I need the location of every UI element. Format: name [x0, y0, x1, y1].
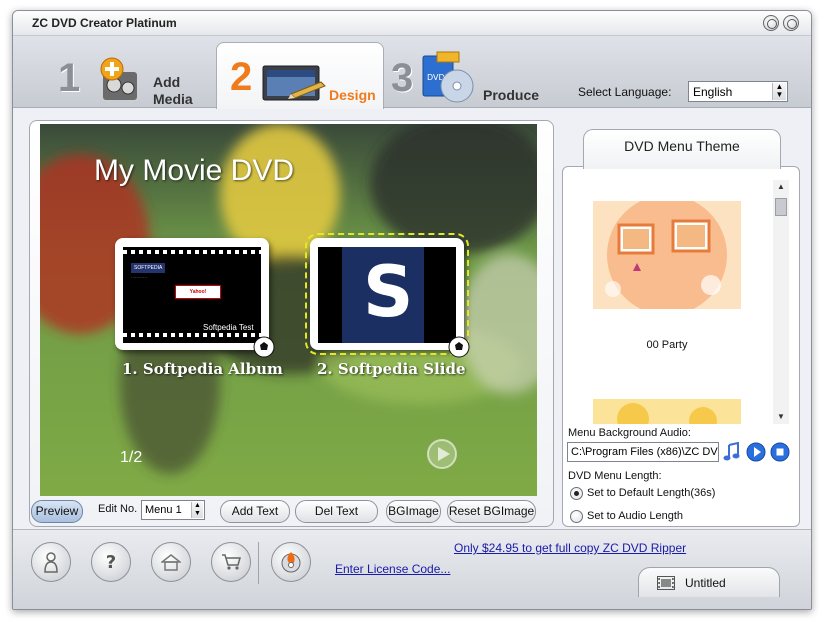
design-icon	[262, 65, 326, 101]
person-icon	[44, 552, 58, 573]
step-number: 3	[391, 56, 414, 100]
project-name: Untitled	[685, 576, 726, 590]
close-button[interactable]	[783, 15, 799, 31]
default-length-radio[interactable]: Set to Default Length(36s)	[570, 486, 715, 502]
film-strip	[123, 250, 261, 254]
thumbnail-letter: S	[363, 251, 414, 333]
step-label: Add Media	[153, 74, 213, 108]
preview-button[interactable]: Preview	[31, 500, 83, 523]
play-audio-icon[interactable]	[746, 442, 766, 462]
radio-label: Set to Audio Length	[587, 510, 684, 522]
project-tab[interactable]: Untitled	[638, 567, 780, 597]
language-select[interactable]: English ▲ ▼	[688, 81, 788, 102]
step-label-line: Add	[153, 74, 181, 90]
bg-audio-path-field[interactable]: C:\Program Files (x86)\ZC DVD	[567, 442, 719, 462]
softpedia-logo: SOFTPEDIA	[131, 263, 166, 273]
theme-list-scrollbar[interactable]: ▲ ▼	[773, 180, 789, 424]
film-icon	[657, 576, 675, 590]
soccer-ball-icon	[253, 336, 275, 358]
stop-audio-icon[interactable]	[770, 442, 790, 462]
page-indicator: 1/2	[120, 449, 143, 466]
menu-item-caption[interactable]: 1. Softpedia Album	[122, 360, 283, 378]
promo-link[interactable]: Only $24.95 to get full copy ZC DVD Ripp…	[454, 541, 686, 555]
next-page-play-icon[interactable]	[426, 438, 458, 470]
home-icon	[159, 554, 183, 571]
scroll-thumb[interactable]	[775, 198, 787, 216]
add-text-button[interactable]: Add Text	[220, 500, 290, 523]
window-title: ZC DVD Creator Platinum	[32, 16, 177, 30]
app-window: ZC DVD Creator Platinum 1 Add Media 2 Des…	[12, 10, 812, 610]
spin-arrows-icon[interactable]: ▲ ▼	[191, 502, 203, 518]
language-value: English	[693, 85, 733, 99]
reset-bgimage-button[interactable]: Reset BGImage	[447, 500, 536, 523]
buy-button[interactable]	[211, 542, 251, 582]
help-button[interactable]: ?	[91, 542, 131, 582]
step-label: Design	[329, 87, 376, 103]
radio-label: Set to Default Length(36s)	[587, 487, 716, 499]
thumbnail-screen: S	[318, 247, 456, 343]
step-label: Produce	[483, 87, 540, 103]
burn-disc-button[interactable]	[271, 542, 311, 582]
menu-item-thumbnail-selected[interactable]: S	[305, 233, 470, 358]
menu-length-label: DVD Menu Length:	[568, 470, 662, 482]
enter-license-link[interactable]: Enter License Code...	[335, 562, 450, 576]
question-mark-icon: ?	[105, 552, 117, 573]
spin-arrows-icon[interactable]: ▲ ▼	[772, 83, 786, 100]
theme-name: 00 Party	[646, 339, 688, 351]
soccer-ball-icon	[448, 336, 470, 358]
step-number: 2	[230, 55, 253, 99]
audio-length-radio[interactable]: Set to Audio Length	[570, 509, 683, 525]
burn-disc-icon	[281, 552, 301, 573]
add-media-icon	[100, 57, 137, 100]
radio-selected-icon[interactable]	[570, 486, 583, 500]
scroll-down-icon[interactable]: ▼	[773, 410, 789, 424]
step-number: 1	[58, 56, 81, 100]
home-button[interactable]	[151, 542, 191, 582]
language-label: Select Language:	[578, 85, 672, 99]
theme-list[interactable]: 00 Party	[567, 179, 785, 424]
edit-no-value: Menu 1	[145, 504, 182, 516]
yahoo-badge: Yahoo!	[175, 285, 221, 299]
step-label-line: Media	[153, 91, 193, 107]
menu-preview-stage: My Movie DVD SOFTPEDIA ············ Yaho…	[40, 124, 537, 496]
theme-panel-tab: DVD Menu Theme	[583, 129, 781, 169]
del-text-button[interactable]: Del Text	[295, 500, 378, 523]
edit-no-select[interactable]: Menu 1 ▲ ▼	[141, 500, 205, 520]
toolbar-separator	[258, 542, 259, 584]
minimize-button[interactable]	[763, 15, 779, 31]
title-bar: ZC DVD Creator Platinum	[13, 11, 811, 36]
edit-no-label: Edit No.	[98, 503, 138, 515]
steps-bar: 1 Add Media 2 Design 3 Produce DVD Selec…	[13, 36, 811, 109]
shopping-cart-icon	[222, 554, 241, 570]
produce-dvd-icon: DVD	[422, 51, 474, 103]
user-account-button[interactable]	[31, 542, 71, 582]
thumbnail-screen: SOFTPEDIA ············ Yahoo! Softpedia …	[123, 247, 261, 343]
bgimage-button[interactable]: BGImage	[386, 500, 441, 523]
music-note-icon[interactable]	[722, 442, 742, 462]
thumbnail-text: Softpedia Test	[203, 323, 254, 332]
film-strip	[123, 333, 261, 337]
thumbnail-small-text: ············	[131, 275, 147, 280]
theme-thumbnail[interactable]	[593, 399, 741, 424]
menu-item-thumbnail[interactable]: SOFTPEDIA ············ Yahoo! Softpedia …	[115, 238, 275, 358]
radio-unselected-icon[interactable]	[570, 509, 583, 523]
theme-thumbnail[interactable]	[593, 201, 741, 309]
scroll-up-icon[interactable]: ▲	[773, 180, 789, 194]
menu-title[interactable]: My Movie DVD	[94, 154, 294, 188]
bg-audio-label: Menu Background Audio:	[568, 427, 691, 439]
menu-item-caption[interactable]: 2. Softpedia Slide	[317, 360, 466, 378]
